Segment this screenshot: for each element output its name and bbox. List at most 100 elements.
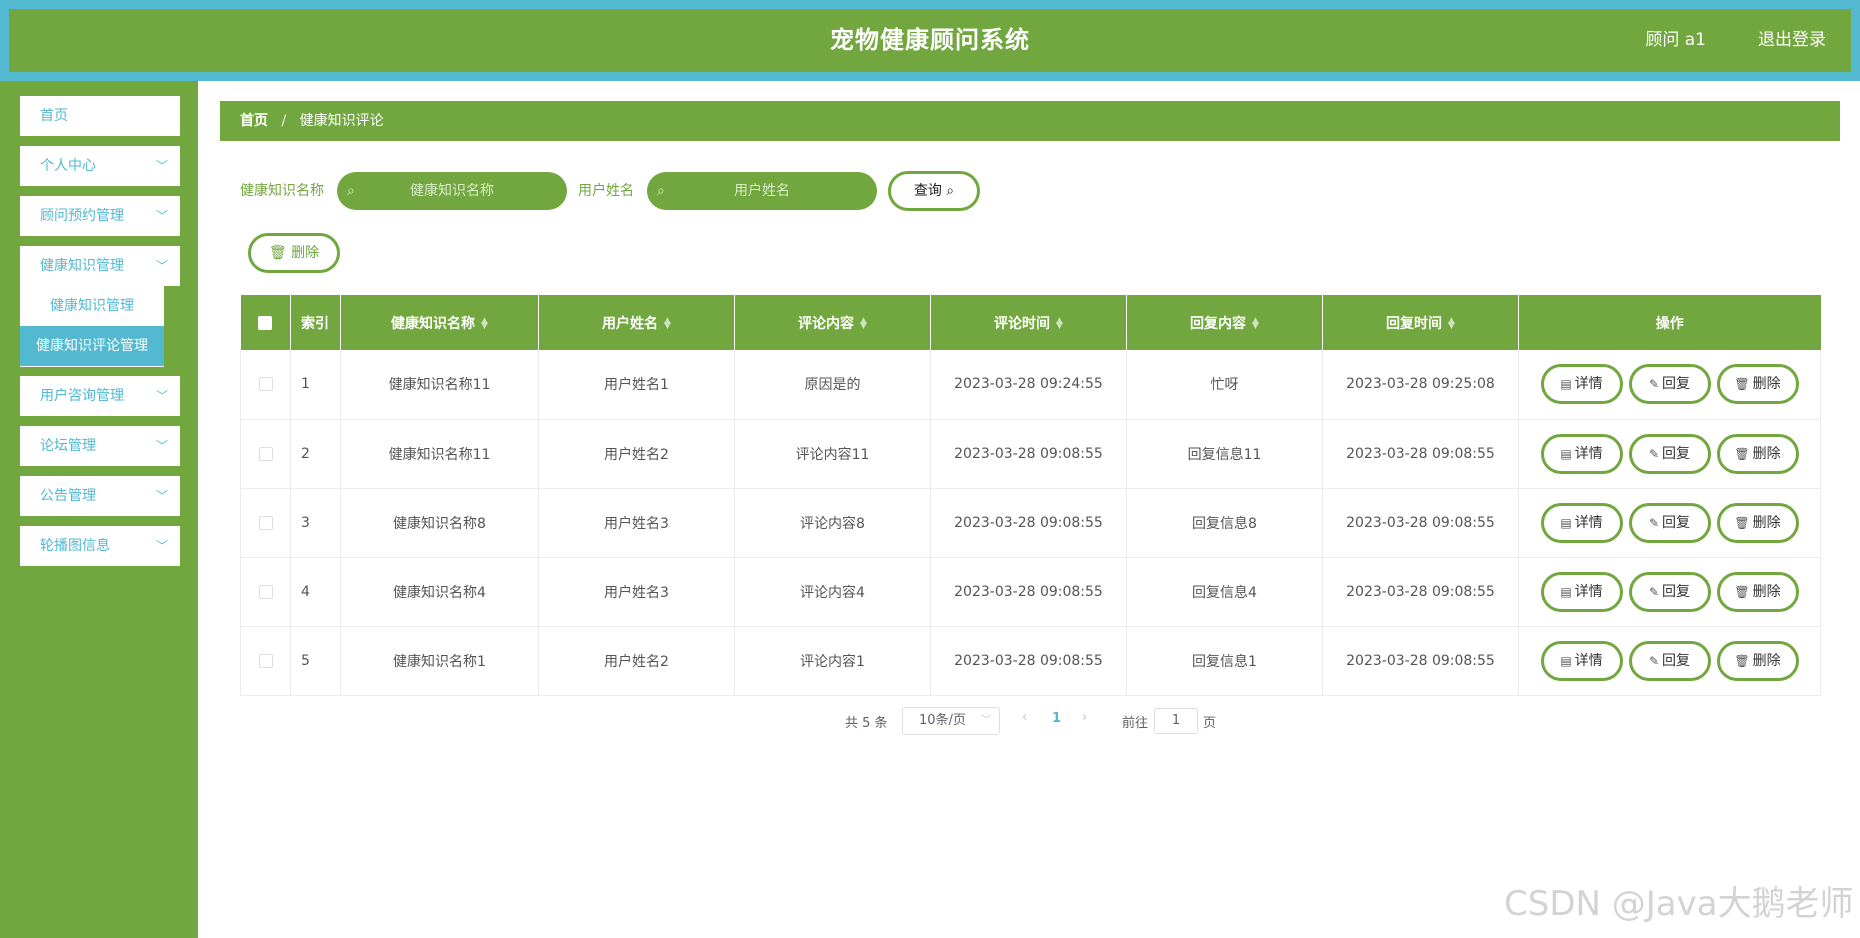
watermark: CSDN @Java大鹅老师	[1504, 884, 1854, 924]
sidebar-item-appointment[interactable]: 顾问预约管理 ﹀	[20, 196, 180, 236]
reply-button[interactable]: ✎ 回复	[1628, 364, 1711, 405]
page-number-current[interactable]: 1	[1052, 711, 1061, 726]
reply-button[interactable]: ✎ 回复	[1628, 433, 1711, 474]
trash-icon: 🗑	[268, 245, 287, 261]
search-icon: ⌕	[946, 183, 955, 199]
column-header-reply[interactable]: 回复内容 ▲ ▼	[1126, 295, 1323, 350]
reply-button-label: 回复	[1662, 376, 1691, 393]
detail-button[interactable]: ▤ 详情	[1540, 640, 1623, 681]
column-header-label: 评论内容	[798, 315, 855, 332]
cell-reply-time: 2023-03-28 09:08:55	[1322, 419, 1519, 489]
cell-reply: 回复信息11	[1126, 419, 1323, 489]
sidebar-item-carousel[interactable]: 轮播图信息 ﹀	[20, 526, 180, 566]
select-all-checkbox[interactable]	[240, 295, 291, 350]
column-header-comment[interactable]: 评论内容 ▲ ▼	[734, 295, 931, 350]
row-checkbox[interactable]	[240, 626, 291, 696]
pencil-icon: ✎	[1648, 377, 1660, 392]
trash-icon: 🗑	[1734, 515, 1750, 530]
document-icon: ▤	[1560, 515, 1572, 530]
reply-button[interactable]: ✎ 回复	[1628, 640, 1711, 681]
pencil-icon: ✎	[1648, 446, 1660, 461]
goto-page-input[interactable]: 1	[1154, 708, 1198, 734]
sidebar-item-label: 顾问预约管理	[40, 208, 124, 224]
table-row: 3 健康知识名称8 用户姓名3 评论内容8 2023-03-28 09:08:55 回复信…	[240, 488, 1821, 558]
row-checkbox[interactable]	[240, 350, 291, 420]
delete-button[interactable]: 🗑 删除	[1716, 433, 1799, 474]
delete-button[interactable]: 🗑 删除	[1716, 640, 1799, 681]
chevron-down-icon: ﹀	[155, 259, 168, 273]
delete-button-label: 删除	[1752, 514, 1781, 531]
cell-index: 2	[290, 419, 341, 489]
delete-button[interactable]: 🗑 删除	[1716, 502, 1799, 543]
cell-comment-time: 2023-03-28 09:08:55	[930, 419, 1127, 489]
detail-button[interactable]: ▤ 详情	[1540, 364, 1623, 405]
trash-icon: 🗑	[1734, 653, 1750, 668]
trash-icon: 🗑	[1734, 584, 1750, 599]
current-user: 顾问 a1	[1645, 30, 1706, 50]
sidebar-item-consultation[interactable]: 用户咨询管理 ﹀	[20, 376, 180, 416]
row-checkbox[interactable]	[240, 488, 291, 558]
detail-button[interactable]: ▤ 详情	[1540, 433, 1623, 474]
search-input-knowledge-name[interactable]: ⌕ 健康知识名称	[337, 172, 567, 210]
sidebar-item-label: 健康知识管理	[40, 258, 124, 274]
column-header-comment-time[interactable]: 评论时间 ▲ ▼	[930, 295, 1127, 350]
comments-table: 索引 健康知识名称 ▲ ▼ 用户姓名 ▲ ▼ 评论内容 ▲ ▼ 评论时间 ▲ ▼ 回复内容 ▲ ▼ …	[240, 295, 1821, 696]
sidebar-item-personal-center[interactable]: 个人中心 ﹀	[20, 146, 180, 186]
cell-actions: ▤ 详情 ✎ 回复 🗑 删除	[1518, 488, 1821, 558]
reply-button[interactable]: ✎ 回复	[1628, 502, 1711, 543]
pagination: 共 5 条 10条/页 ﹀ ‹ 1 › 前往 1 页	[0, 706, 1860, 736]
page-size-select[interactable]: 10条/页 ﹀	[902, 707, 1000, 735]
trash-icon: 🗑	[1734, 377, 1750, 392]
cell-reply: 回复信息4	[1126, 557, 1323, 627]
delete-button[interactable]: 🗑 删除	[1716, 571, 1799, 612]
detail-button-label: 详情	[1574, 583, 1603, 600]
sidebar-item-knowledge[interactable]: 健康知识管理 ﹀	[20, 246, 180, 286]
row-checkbox[interactable]	[240, 557, 291, 627]
column-header-user-name[interactable]: 用户姓名 ▲ ▼	[538, 295, 735, 350]
breadcrumb-home[interactable]: 首页	[240, 113, 268, 129]
sidebar-item-notice[interactable]: 公告管理 ﹀	[20, 476, 180, 516]
sidebar-subitem-knowledge[interactable]: 健康知识管理	[20, 286, 164, 326]
chevron-down-icon: ﹀	[155, 439, 168, 453]
pencil-icon: ✎	[1648, 584, 1660, 599]
sidebar-item-home[interactable]: 首页	[20, 96, 180, 136]
sort-icon: ▲ ▼	[481, 315, 488, 331]
cell-comment: 评论内容8	[734, 488, 931, 558]
cell-knowledge-name: 健康知识名称11	[340, 350, 539, 420]
column-header-actions: 操作	[1518, 295, 1821, 350]
sidebar-item-label: 轮播图信息	[40, 538, 110, 554]
prev-page-icon[interactable]: ‹	[1022, 710, 1027, 725]
sidebar-item-label: 个人中心	[40, 158, 96, 174]
detail-button-label: 详情	[1574, 445, 1603, 462]
cell-reply: 忙呀	[1126, 350, 1323, 420]
delete-button[interactable]: 🗑 删除	[1716, 364, 1799, 405]
cell-user-name: 用户姓名1	[538, 350, 735, 420]
table-header-row: 索引 健康知识名称 ▲ ▼ 用户姓名 ▲ ▼ 评论内容 ▲ ▼ 评论时间 ▲ ▼ 回复内容 ▲ ▼ …	[240, 295, 1821, 350]
cell-index: 4	[290, 557, 341, 627]
bulk-delete-label: 删除	[291, 245, 320, 261]
detail-button-label: 详情	[1574, 652, 1603, 669]
logout-link[interactable]: 退出登录	[1758, 9, 1826, 72]
row-checkbox[interactable]	[240, 419, 291, 489]
table-row: 2 健康知识名称11 用户姓名2 评论内容11 2023-03-28 09:08:55 回…	[240, 419, 1821, 489]
column-header-knowledge-name[interactable]: 健康知识名称 ▲ ▼	[340, 295, 539, 350]
search-input-user-name[interactable]: ⌕ 用户姓名	[647, 172, 877, 210]
query-button[interactable]: 查询 ⌕	[888, 171, 980, 211]
next-page-icon[interactable]: ›	[1082, 710, 1087, 725]
chevron-down-icon: ﹀	[155, 539, 168, 553]
sidebar-subitem-knowledge-comments[interactable]: 健康知识评论管理	[20, 326, 164, 366]
column-header-reply-time[interactable]: 回复时间 ▲ ▼	[1322, 295, 1519, 350]
breadcrumb: 首页 / 健康知识评论	[220, 101, 1840, 141]
sidebar-item-forum[interactable]: 论坛管理 ﹀	[20, 426, 180, 466]
detail-button[interactable]: ▤ 详情	[1540, 502, 1623, 543]
delete-button-label: 删除	[1752, 652, 1781, 669]
bulk-delete-button[interactable]: 🗑 删除	[248, 233, 340, 273]
sidebar-submenu: 健康知识管理 健康知识评论管理	[20, 286, 164, 367]
cell-comment: 评论内容1	[734, 626, 931, 696]
reply-button[interactable]: ✎ 回复	[1628, 571, 1711, 612]
detail-button[interactable]: ▤ 详情	[1540, 571, 1623, 612]
chevron-down-icon: ﹀	[155, 209, 168, 223]
cell-actions: ▤ 详情 ✎ 回复 🗑 删除	[1518, 419, 1821, 489]
reply-button-label: 回复	[1662, 514, 1691, 531]
delete-button-label: 删除	[1752, 445, 1781, 462]
